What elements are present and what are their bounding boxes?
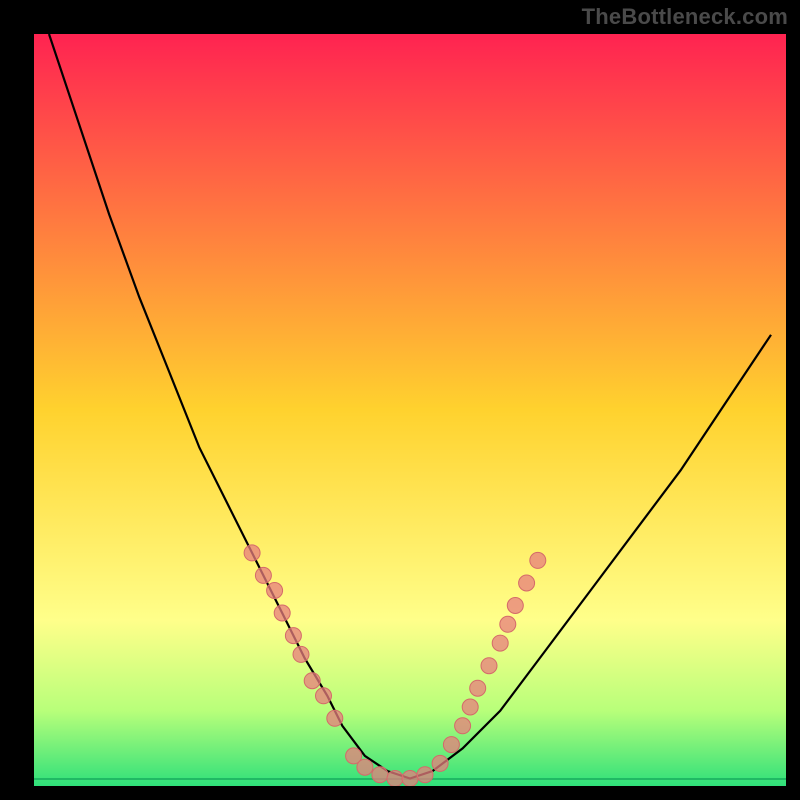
- data-marker: [507, 598, 523, 614]
- data-marker: [316, 688, 332, 704]
- data-marker: [357, 759, 373, 775]
- data-marker: [387, 771, 403, 787]
- chart-frame: TheBottleneck.com: [0, 0, 800, 800]
- data-marker: [462, 699, 478, 715]
- data-marker: [293, 646, 309, 662]
- data-marker: [492, 635, 508, 651]
- data-marker: [530, 552, 546, 568]
- data-marker: [267, 583, 283, 599]
- data-marker: [402, 771, 418, 787]
- data-marker: [372, 767, 388, 783]
- data-marker: [519, 575, 535, 591]
- data-marker: [255, 567, 271, 583]
- plot-area: [34, 34, 786, 786]
- data-marker: [481, 658, 497, 674]
- gradient-background: [34, 34, 786, 786]
- data-marker: [443, 737, 459, 753]
- data-marker: [470, 680, 486, 696]
- data-marker: [244, 545, 260, 561]
- data-marker: [432, 755, 448, 771]
- data-marker: [500, 616, 516, 632]
- data-marker: [327, 710, 343, 726]
- watermark-text: TheBottleneck.com: [582, 4, 788, 30]
- data-marker: [285, 628, 301, 644]
- bottleneck-chart: [34, 34, 786, 786]
- data-marker: [455, 718, 471, 734]
- data-marker: [417, 767, 433, 783]
- data-marker: [274, 605, 290, 621]
- data-marker: [304, 673, 320, 689]
